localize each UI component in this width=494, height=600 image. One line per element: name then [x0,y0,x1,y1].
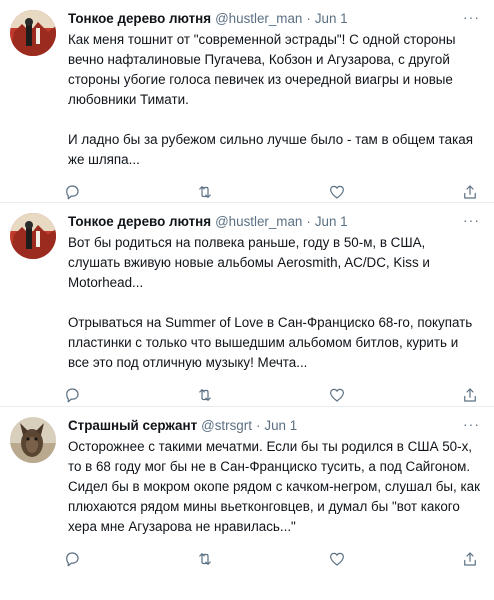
tweet-actions [62,385,480,405]
retweet-icon[interactable] [195,182,215,202]
tweet-text: Осторожнее с такими мечатми. Если бы ты … [68,439,484,534]
tweet-header: Тонкое дерево лютня @hustler_man · Jun 1 [68,213,480,231]
tweet-header: Тонкое дерево лютня @hustler_man · Jun 1 [68,10,480,28]
more-icon[interactable]: ··· [463,10,480,24]
author-handle[interactable]: @strsgrt [201,417,252,435]
reply-icon[interactable] [62,549,82,569]
retweet-icon[interactable] [195,385,215,405]
tweet-content: Тонкое дерево лютня @hustler_man · Jun 1… [66,0,480,202]
heart-icon[interactable] [327,385,347,405]
tweet-actions [62,549,480,569]
author-name[interactable]: Тонкое дерево лютня [68,10,211,28]
tweet-header: Страшный сержант @strsgrt · Jun 1 [68,417,480,435]
reply-icon[interactable] [62,385,82,405]
heart-icon[interactable] [327,549,347,569]
avatar[interactable] [10,10,56,56]
avatar[interactable] [10,417,56,463]
author-handle[interactable]: @hustler_man [215,10,302,28]
tweet-date[interactable]: Jun 1 [315,213,348,231]
tweet-date[interactable]: Jun 1 [315,10,348,28]
tweet[interactable]: Страшный сержант @strsgrt · Jun 1 ··· Ос… [0,407,494,600]
separator-dot: · [255,418,261,433]
tweet-text: Вот бы родиться на полвека раньше, году … [68,235,473,370]
separator-dot: · [306,214,311,229]
separator-dot: · [306,11,311,26]
heart-icon[interactable] [327,182,347,202]
share-icon[interactable] [460,385,480,405]
author-name[interactable]: Тонкое дерево лютня [68,213,211,231]
retweet-icon[interactable] [195,549,215,569]
share-icon[interactable] [460,182,480,202]
author-name[interactable]: Страшный сержант [68,417,197,435]
share-icon[interactable] [460,549,480,569]
avatar-column [10,203,68,406]
tweet-content: Страшный сержант @strsgrt · Jun 1 ··· Ос… [66,407,484,600]
avatar-column [10,407,68,600]
tweet-date[interactable]: Jun 1 [264,417,297,435]
tweet-content: Тонкое дерево лютня @hustler_man · Jun 1… [66,203,480,406]
tweet-actions [62,182,480,202]
reply-icon[interactable] [62,182,82,202]
author-handle[interactable]: @hustler_man [215,213,302,231]
more-icon[interactable]: ··· [463,417,480,431]
tweet-thread: Тонкое дерево лютня @hustler_man · Jun 1… [0,0,494,600]
more-icon[interactable]: ··· [463,213,480,227]
tweet[interactable]: Тонкое дерево лютня @hustler_man · Jun 1… [0,203,494,407]
avatar[interactable] [10,213,56,259]
tweet-text: Как меня тошнит от "современной эстрады"… [68,32,473,167]
avatar-column [10,0,68,202]
tweet[interactable]: Тонкое дерево лютня @hustler_man · Jun 1… [0,0,494,203]
